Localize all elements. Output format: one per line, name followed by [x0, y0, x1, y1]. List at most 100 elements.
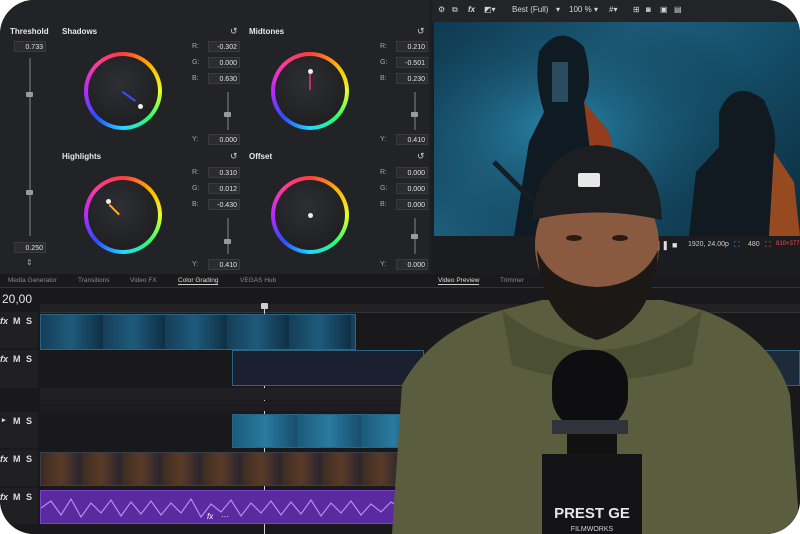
cap-logo: [578, 173, 600, 187]
highlights-r-field[interactable]: 0.310: [208, 167, 240, 178]
shadows-reset-icon[interactable]: ↺: [230, 26, 238, 37]
shadows-title: Shadows: [62, 27, 98, 36]
offset-color-wheel[interactable]: [271, 176, 349, 254]
overlay-icon[interactable]: ⊞: [633, 5, 640, 14]
highlights-b-label: B:: [192, 201, 199, 208]
shadows-y-field[interactable]: 0.000: [208, 134, 240, 145]
highlights-r-label: R:: [192, 169, 199, 176]
track-2-mute-button[interactable]: M: [13, 354, 21, 364]
tab-video-fx[interactable]: Video FX: [130, 277, 157, 284]
midtones-r-field[interactable]: 0.210: [396, 41, 428, 52]
track-3-expand-icon[interactable]: ▸: [2, 416, 6, 424]
threshold-top-field[interactable]: 0.733: [14, 41, 46, 52]
track-header-5: fx M S: [0, 488, 38, 524]
midtones-y-label: Y:: [380, 136, 387, 143]
track-3-mute-button[interactable]: M: [13, 416, 21, 426]
highlights-b-field[interactable]: -0.430: [208, 199, 240, 210]
offset-title: Offset: [249, 152, 273, 161]
offset-y-label: Y:: [380, 261, 387, 268]
grid-icon[interactable]: #▾: [609, 5, 617, 14]
midtones-b-label: B:: [380, 75, 387, 82]
midtones-luma-handle[interactable]: [411, 112, 418, 117]
automation-lane-1[interactable]: [40, 388, 424, 400]
zoom-chevron-icon[interactable]: ▾: [594, 5, 598, 14]
track-2-fx-button[interactable]: fx: [0, 354, 8, 364]
presenter-photo: PREST GE FILMWORKS: [392, 145, 800, 534]
quality-chevron-icon[interactable]: ▾: [556, 5, 560, 14]
track-1-solo-button[interactable]: S: [26, 316, 32, 326]
threshold-label: Threshold: [10, 27, 49, 36]
midtones-reset-icon[interactable]: ↺: [417, 26, 425, 37]
snapshot-icon[interactable]: ◙: [646, 5, 651, 14]
shadows-color-wheel[interactable]: [84, 52, 162, 130]
swap-icon[interactable]: ⇕: [26, 258, 33, 267]
playhead-handle[interactable]: [261, 303, 268, 309]
video-clip-1[interactable]: [40, 314, 356, 350]
fx-icon[interactable]: fx: [468, 5, 475, 14]
settings-gear-icon[interactable]: ⚙: [438, 5, 445, 14]
threshold-bottom-field[interactable]: 0.250: [14, 242, 46, 253]
tab-transitions[interactable]: Transitions: [78, 277, 110, 284]
track-5-solo-button[interactable]: S: [26, 492, 32, 502]
tab-color-grading[interactable]: Color Grading: [178, 277, 219, 285]
quality-dropdown[interactable]: Best (Full): [512, 5, 548, 14]
highlights-reset-icon[interactable]: ↺: [230, 151, 238, 162]
automation-lane-2[interactable]: [40, 401, 424, 411]
track-4-solo-button[interactable]: S: [26, 454, 32, 464]
track-header-2: fx M S: [0, 350, 38, 388]
split-screen-icon[interactable]: ◩▾: [484, 5, 496, 14]
track-header-1: fx M S: [0, 312, 38, 348]
shadows-r-field[interactable]: -0.302: [208, 41, 240, 52]
track-5-fx-button[interactable]: fx: [0, 492, 8, 502]
zoom-dropdown[interactable]: 100 %: [569, 5, 592, 14]
track-4-mute-button[interactable]: M: [13, 454, 21, 464]
threshold-top-handle[interactable]: [26, 92, 33, 97]
track-2-solo-button[interactable]: S: [26, 354, 32, 364]
midtones-r-label: R:: [380, 43, 387, 50]
screenshot-frame: Threshold 0.733 0.250 ⇕ Shadows ↺ R: -0.…: [0, 0, 800, 534]
midtones-g-field[interactable]: -0.501: [396, 57, 428, 68]
mic-brand-line1: PREST GE: [554, 505, 630, 522]
audio-fx-label[interactable]: fx: [207, 512, 213, 521]
audio-clip[interactable]: fx ···: [40, 490, 401, 524]
shadows-g-field[interactable]: 0.000: [208, 57, 240, 68]
mic-brand-line2: FILMWORKS: [571, 526, 614, 533]
highlights-color-wheel[interactable]: [84, 176, 162, 254]
tab-media-generator[interactable]: Media Generator: [8, 277, 57, 284]
external-monitor-icon[interactable]: ▤: [674, 5, 682, 14]
midtones-color-wheel[interactable]: [271, 52, 349, 130]
tab-vegas-hub[interactable]: VEGAS Hub: [240, 277, 276, 284]
offset-b-label: B:: [380, 201, 387, 208]
shadows-b-field[interactable]: 0.630: [208, 73, 240, 84]
shadows-r-label: R:: [192, 43, 199, 50]
highlights-title: Highlights: [62, 152, 102, 161]
midtones-g-label: G:: [380, 59, 388, 66]
audio-more-icon[interactable]: ···: [221, 512, 229, 521]
highlights-y-label: Y:: [192, 261, 199, 268]
track-4-fx-button[interactable]: fx: [0, 454, 8, 464]
highlights-luma-slider[interactable]: [227, 218, 229, 254]
highlights-g-label: G:: [192, 185, 200, 192]
shadows-luma-handle[interactable]: [224, 112, 231, 117]
video-clip-4[interactable]: [40, 452, 400, 486]
save-snapshot-icon[interactable]: ▣: [660, 5, 668, 14]
midtones-title: Midtones: [249, 27, 285, 36]
highlights-luma-handle[interactable]: [224, 239, 231, 244]
offset-g-label: G:: [380, 185, 388, 192]
track-3-solo-button[interactable]: S: [26, 416, 32, 426]
track-1-mute-button[interactable]: M: [13, 316, 21, 326]
track-5-mute-button[interactable]: M: [13, 492, 21, 502]
track-1-fx-button[interactable]: fx: [0, 316, 8, 326]
highlights-g-field[interactable]: 0.012: [208, 183, 240, 194]
preview-toolbar: ⚙ ⧉ fx ◩▾ Best (Full) ▾ 100 % ▾ #▾ ⊞ ◙ ▣…: [432, 0, 800, 22]
highlights-y-field[interactable]: 0.410: [208, 259, 240, 270]
midtones-luma-slider[interactable]: [414, 92, 416, 130]
shadows-y-label: Y:: [192, 136, 199, 143]
shadows-g-label: G:: [192, 59, 200, 66]
color-grading-panel: Threshold 0.733 0.250 ⇕ Shadows ↺ R: -0.…: [0, 0, 430, 274]
midtones-b-field[interactable]: 0.230: [396, 73, 428, 84]
threshold-bottom-handle[interactable]: [26, 190, 33, 195]
threshold-slider-track[interactable]: [29, 58, 31, 236]
shadows-luma-slider[interactable]: [227, 92, 229, 130]
copy-icon[interactable]: ⧉: [452, 5, 458, 15]
